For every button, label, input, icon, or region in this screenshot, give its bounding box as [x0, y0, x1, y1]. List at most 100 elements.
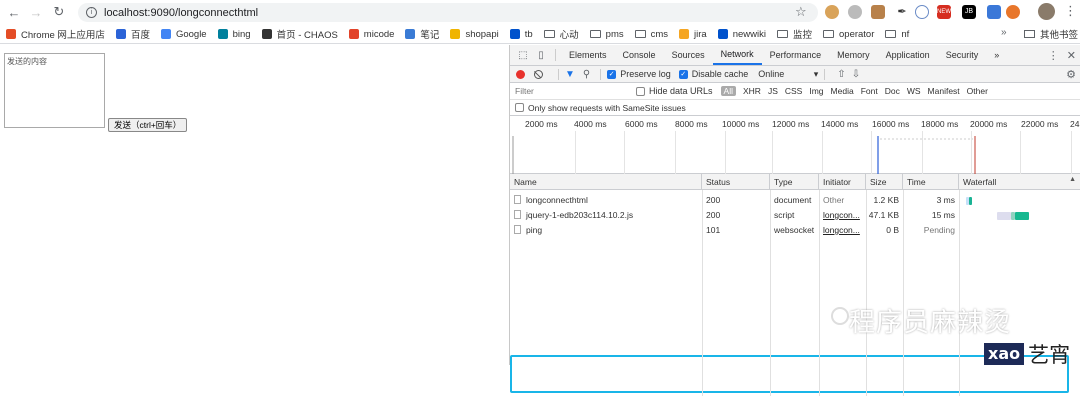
bookmark-item[interactable]: 心动 — [543, 27, 579, 41]
message-textarea[interactable] — [4, 53, 105, 128]
extension-shield-icon[interactable] — [871, 5, 885, 19]
tab-network[interactable]: Network — [712, 45, 762, 65]
timeline-gridline — [575, 131, 576, 174]
profile-avatar[interactable] — [1038, 3, 1055, 20]
column-header-status[interactable]: Status — [702, 174, 770, 190]
column-header-name[interactable]: Name — [510, 174, 702, 190]
type-filter-css[interactable]: CSS — [785, 86, 802, 96]
bookmark-item[interactable]: 首页 - CHAOS — [261, 27, 338, 41]
type-filter-doc[interactable]: Doc — [885, 86, 900, 96]
samesite-checkbox[interactable] — [515, 103, 524, 112]
type-filter-other[interactable]: Other — [967, 86, 988, 96]
network-overview-timeline[interactable]: 2000 ms 4000 ms 6000 ms 8000 ms 10000 ms 1200… — [510, 116, 1080, 174]
extension-pen-icon[interactable]: ✒ — [895, 5, 909, 19]
bookmark-item[interactable]: 监控 — [776, 27, 812, 41]
reload-button[interactable]: ↻ — [48, 1, 70, 23]
bookmark-item[interactable]: cms — [634, 29, 668, 40]
inspect-element-icon[interactable]: ⬚ — [514, 45, 532, 65]
bookmark-item[interactable]: Chrome 网上应用店 — [6, 27, 105, 41]
column-header-type[interactable]: Type — [770, 174, 819, 190]
bookmark-label: 笔记 — [420, 30, 440, 41]
type-filter-xhr[interactable]: XHR — [743, 86, 761, 96]
tab-performance[interactable]: Performance — [762, 45, 830, 65]
request-row[interactable]: longconnecthtml 200 document Other 1.2 KB 3 m… — [510, 193, 1080, 208]
extension-cookie-icon[interactable] — [825, 5, 839, 19]
type-filter-media[interactable]: Media — [831, 86, 854, 96]
request-row[interactable]: ping 101 websocket longcon... 0 B Pending — [510, 223, 1080, 238]
bookmark-item[interactable]: nf — [885, 29, 909, 40]
type-filter-ws[interactable]: WS — [907, 86, 921, 96]
bookmark-item[interactable]: 百度 — [115, 27, 150, 41]
gear-icon[interactable]: ⚙ — [1066, 68, 1076, 81]
import-har-icon[interactable]: ⇧ — [837, 69, 845, 80]
column-header-size[interactable]: Size — [866, 174, 903, 190]
tab-security[interactable]: Security — [938, 45, 987, 65]
back-button[interactable]: ← — [3, 1, 25, 23]
bookmark-item[interactable]: tb — [509, 28, 533, 40]
disable-cache-checkbox[interactable]: ✓ — [678, 69, 688, 79]
extension-orange-icon[interactable] — [1006, 5, 1020, 19]
extension-jb-icon[interactable]: JB — [962, 5, 976, 19]
send-button[interactable]: 发送（ctrl+回车） — [108, 118, 188, 132]
site-info-icon[interactable]: i — [86, 7, 97, 18]
bookmark-star-icon[interactable]: ☆ — [795, 4, 807, 20]
bookmark-item[interactable]: shopapi — [450, 29, 499, 40]
type-filter-js[interactable]: JS — [768, 86, 778, 96]
tab-memory[interactable]: Memory — [829, 45, 878, 65]
tab-application[interactable]: Application — [878, 45, 938, 65]
clear-button[interactable] — [534, 69, 543, 79]
forward-button[interactable]: → — [25, 1, 47, 23]
throttling-select[interactable]: Online ▾ — [758, 69, 818, 80]
bookmark-item[interactable]: operator — [823, 29, 874, 40]
column-header-initiator[interactable]: Initiator — [819, 174, 866, 190]
throttling-value: Online — [758, 68, 785, 79]
column-header-waterfall[interactable]: Waterfall — [959, 174, 1080, 190]
bookmark-label: 监控 — [792, 30, 812, 41]
cell-text: Pending — [923, 225, 955, 235]
cell-initiator[interactable]: longcon... — [819, 223, 866, 238]
cell-initiator[interactable]: longcon... — [819, 208, 866, 223]
extension-circle-icon[interactable] — [915, 5, 929, 19]
table-header: Name Status Type Initiator Size Time Waterfall… — [510, 174, 1080, 190]
address-bar[interactable]: i localhost:9090/longconnecthtml — [78, 3, 818, 22]
type-filter-img[interactable]: Img — [809, 86, 823, 96]
filter-icon[interactable]: ▼ — [565, 69, 575, 80]
bookmark-item[interactable]: bing — [217, 29, 251, 40]
other-bookmarks-folder[interactable]: 其他书签 — [1024, 27, 1078, 41]
sort-ascending-icon[interactable]: ▲ — [1069, 176, 1076, 183]
type-filter-all[interactable]: All — [720, 86, 736, 96]
bookmark-item[interactable]: micode — [348, 29, 394, 40]
bookmark-item[interactable]: pms — [589, 29, 624, 40]
tab-console[interactable]: Console — [615, 45, 664, 65]
bookmarks-overflow-button[interactable]: » — [1001, 27, 1007, 38]
bookmark-label: tb — [524, 28, 533, 40]
timeline-gridline — [725, 131, 726, 174]
tab-sources[interactable]: Sources — [664, 45, 713, 65]
bookmark-item[interactable]: jira — [679, 29, 707, 40]
search-icon[interactable]: ⚲ — [583, 69, 590, 80]
hide-data-urls-checkbox[interactable] — [636, 86, 645, 96]
column-header-time[interactable]: Time — [903, 174, 959, 190]
bookmark-item[interactable]: Google — [160, 29, 207, 40]
hide-data-urls-label: Hide data URLs — [649, 86, 713, 96]
filter-input[interactable] — [515, 84, 630, 98]
browser-menu-icon[interactable]: ⋮ — [1064, 3, 1077, 19]
extension-grey-icon[interactable] — [848, 5, 862, 19]
export-har-icon[interactable]: ⇩ — [852, 69, 860, 80]
bookmark-item[interactable]: newwiki — [717, 29, 766, 40]
preserve-log-checkbox[interactable]: ✓ — [607, 69, 617, 79]
timeline-gridline — [1020, 131, 1021, 174]
type-filter-font[interactable]: Font — [861, 86, 878, 96]
close-icon[interactable]: ✕ — [1067, 49, 1076, 62]
extension-translate-icon[interactable] — [987, 5, 1001, 19]
request-row[interactable]: jquery-1-edb203c114.10.2.js 200 script long… — [510, 208, 1080, 223]
devtools-menu-icon[interactable]: ⋮ — [1048, 49, 1059, 62]
type-filter-manifest[interactable]: Manifest — [928, 86, 960, 96]
bookmark-item[interactable]: 笔记 — [405, 27, 439, 41]
table-body: longconnecthtml 200 document Other 1.2 KB 3 m… — [510, 193, 1080, 238]
extension-new-icon[interactable]: NEW — [937, 5, 951, 19]
tab-elements[interactable]: Elements — [561, 45, 615, 65]
device-toolbar-icon[interactable]: ▯ — [532, 45, 550, 65]
tab-overflow-button[interactable]: » — [986, 45, 1007, 65]
record-button[interactable] — [516, 69, 525, 79]
